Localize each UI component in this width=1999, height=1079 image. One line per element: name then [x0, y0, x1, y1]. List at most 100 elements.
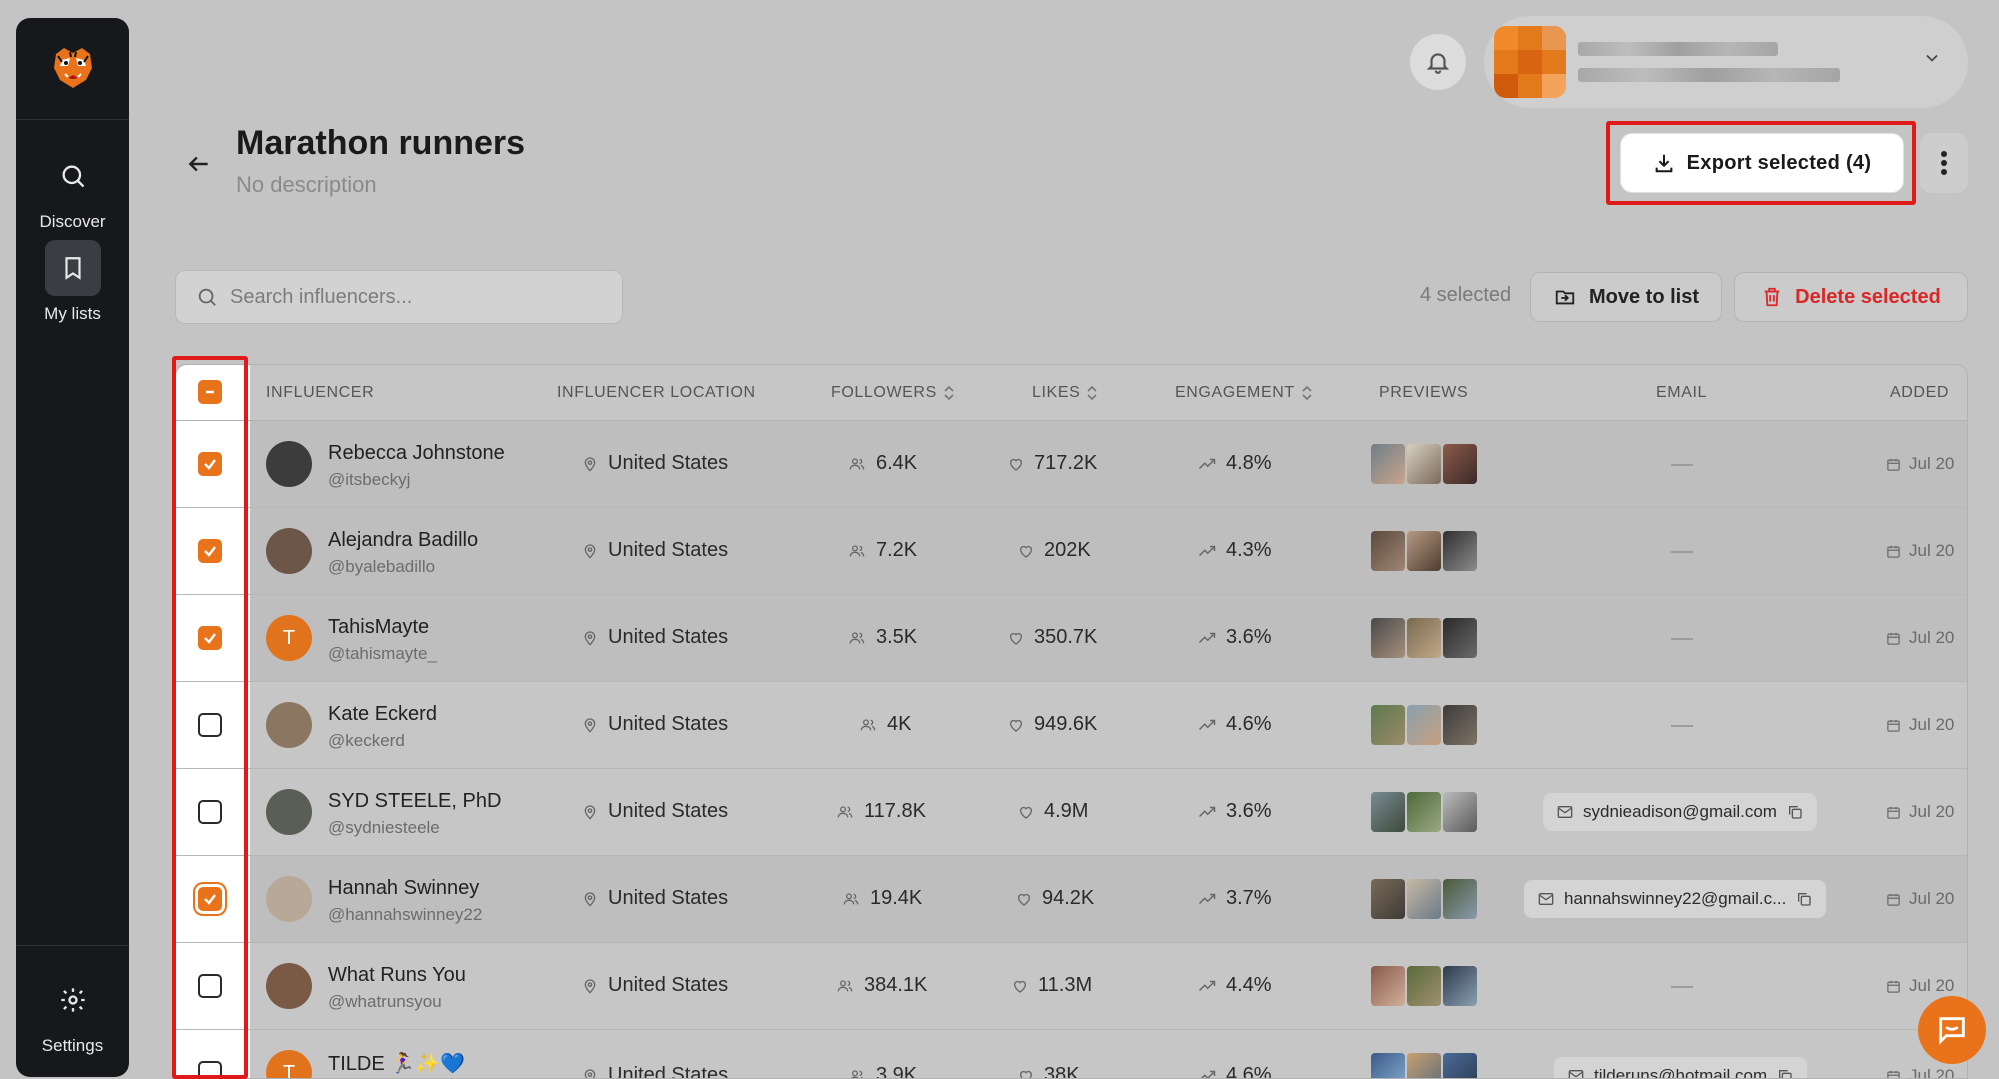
- email-empty-indicator: [1671, 551, 1693, 553]
- influencer-name[interactable]: Kate Eckerd: [328, 703, 437, 726]
- preview-thumbnail[interactable]: [1407, 879, 1441, 919]
- heart-icon: [1020, 1070, 1032, 1078]
- preview-thumbnail[interactable]: [1371, 879, 1405, 919]
- email-chip[interactable]: sydnieadison@gmail.com: [1543, 793, 1817, 831]
- copy-icon[interactable]: [1796, 891, 1812, 907]
- page-description: No description: [236, 172, 377, 197]
- preview-thumbnail[interactable]: [1371, 792, 1405, 832]
- email-empty-indicator: [1671, 986, 1693, 988]
- sidebar: Discover My lists Settings: [16, 18, 129, 1077]
- move-to-list-button[interactable]: Move to list: [1530, 272, 1722, 322]
- previews-cell[interactable]: [1371, 966, 1477, 1006]
- brand-logo[interactable]: [16, 18, 129, 120]
- engagement-cell: 4.6%: [1198, 1064, 1272, 1078]
- preview-thumbnail[interactable]: [1407, 1053, 1441, 1078]
- gear-icon: [45, 972, 101, 1028]
- influencer-name[interactable]: SYD STEELE, PhD: [328, 790, 501, 813]
- preview-thumbnail[interactable]: [1407, 618, 1441, 658]
- influencer-name[interactable]: Alejandra Badillo: [328, 529, 478, 552]
- preview-thumbnail[interactable]: [1443, 879, 1477, 919]
- preview-thumbnail[interactable]: [1443, 618, 1477, 658]
- map-pin-icon: [584, 630, 596, 646]
- email-chip[interactable]: tilderuns@hotmail.com: [1554, 1057, 1808, 1079]
- influencer-table: INFLUENCER INFLUENCER LOCATION FOLLOWERS…: [175, 364, 1968, 1079]
- account-menu[interactable]: [1484, 16, 1968, 108]
- influencer-name[interactable]: What Runs You: [328, 964, 466, 987]
- preview-thumbnail[interactable]: [1371, 618, 1405, 658]
- map-pin-icon: [584, 456, 596, 472]
- column-header-followers[interactable]: FOLLOWERS: [831, 384, 955, 402]
- nav-settings[interactable]: Settings: [16, 972, 129, 1056]
- column-header-engagement[interactable]: ENGAGEMENT: [1175, 384, 1313, 402]
- preview-thumbnail[interactable]: [1407, 531, 1441, 571]
- chat-support-button[interactable]: [1918, 996, 1986, 1064]
- heart-icon: [1014, 980, 1026, 993]
- preview-thumbnail[interactable]: [1407, 966, 1441, 1006]
- calendar-icon: [1887, 458, 1900, 471]
- preview-thumbnail[interactable]: [1371, 1053, 1405, 1078]
- preview-thumbnail[interactable]: [1371, 705, 1405, 745]
- followers-cell: 384.1K: [836, 974, 927, 997]
- table-row[interactable]: T TILDE 🏃‍♀️✨💙 United States 3.9K 38K 4.…: [176, 1030, 1967, 1079]
- move-to-folder-icon: [1555, 290, 1575, 305]
- location-cell: United States: [582, 887, 728, 910]
- table-row[interactable]: Hannah Swinney @hannahswinney22 United S…: [176, 856, 1967, 943]
- preview-thumbnail[interactable]: [1371, 966, 1405, 1006]
- previews-cell[interactable]: [1371, 618, 1477, 658]
- avatar-initial: T: [266, 1050, 312, 1078]
- users-icon: [849, 544, 865, 556]
- influencer-name[interactable]: TILDE 🏃‍♀️✨💙: [328, 1051, 465, 1076]
- preview-thumbnail[interactable]: [1407, 444, 1441, 484]
- back-button[interactable]: [183, 148, 215, 180]
- preview-thumbnail[interactable]: [1407, 705, 1441, 745]
- settings-section: Settings: [16, 945, 129, 1077]
- copy-icon[interactable]: [1787, 804, 1803, 820]
- location-cell: United States: [582, 626, 728, 649]
- column-header-likes[interactable]: LIKES: [1032, 384, 1098, 402]
- more-vertical-icon: [1941, 151, 1947, 175]
- preview-thumbnail[interactable]: [1443, 444, 1477, 484]
- table-row[interactable]: Alejandra Badillo @byalebadillo United S…: [176, 508, 1967, 595]
- heart-icon: [1010, 632, 1022, 645]
- influencer-name[interactable]: Rebecca Johnstone: [328, 442, 505, 465]
- notifications-button[interactable]: [1410, 34, 1466, 90]
- previews-cell[interactable]: [1371, 792, 1477, 832]
- account-name-redacted: [1578, 42, 1840, 82]
- preview-thumbnail[interactable]: [1371, 444, 1405, 484]
- previews-cell[interactable]: [1371, 879, 1477, 919]
- email-empty-indicator: [1671, 725, 1693, 727]
- search-input[interactable]: [230, 285, 610, 309]
- copy-icon[interactable]: [1777, 1068, 1793, 1079]
- nav-my-lists[interactable]: My lists: [16, 240, 129, 324]
- bookmark-icon: [44, 240, 101, 296]
- likes-cell: 202K: [1018, 539, 1091, 562]
- table-row[interactable]: Rebecca Johnstone @itsbeckyj United Stat…: [176, 421, 1967, 508]
- preview-thumbnail[interactable]: [1443, 966, 1477, 1006]
- location-cell: United States: [582, 974, 728, 997]
- preview-thumbnail[interactable]: [1371, 531, 1405, 571]
- influencer-name[interactable]: TahisMayte: [328, 616, 429, 639]
- preview-thumbnail[interactable]: [1407, 792, 1441, 832]
- map-pin-icon: [584, 1068, 596, 1078]
- preview-thumbnail[interactable]: [1443, 531, 1477, 571]
- delete-selected-button[interactable]: Delete selected: [1734, 272, 1968, 322]
- email-text: sydnieadison@gmail.com: [1583, 802, 1777, 821]
- preview-thumbnail[interactable]: [1443, 792, 1477, 832]
- influencer-name[interactable]: Hannah Swinney: [328, 877, 479, 900]
- table-row[interactable]: T TahisMayte @tahismayte_ United States …: [176, 595, 1967, 682]
- table-row[interactable]: What Runs You @whatrunsyou United States…: [176, 943, 1967, 1030]
- previews-cell[interactable]: [1371, 1053, 1477, 1078]
- preview-thumbnail[interactable]: [1443, 1053, 1477, 1078]
- more-options-button[interactable]: [1920, 133, 1968, 193]
- preview-thumbnail[interactable]: [1443, 705, 1477, 745]
- table-row[interactable]: Kate Eckerd @keckerd United States 4K 94…: [176, 682, 1967, 769]
- likes-cell: 94.2K: [1016, 887, 1094, 910]
- previews-cell[interactable]: [1371, 444, 1477, 484]
- heart-icon: [1018, 893, 1030, 906]
- email-chip[interactable]: hannahswinney22@gmail.c...: [1524, 880, 1827, 918]
- previews-cell[interactable]: [1371, 531, 1477, 571]
- nav-discover[interactable]: Discover: [16, 148, 129, 232]
- search-box[interactable]: [175, 270, 623, 324]
- table-row[interactable]: SYD STEELE, PhD @sydniesteele United Sta…: [176, 769, 1967, 856]
- previews-cell[interactable]: [1371, 705, 1477, 745]
